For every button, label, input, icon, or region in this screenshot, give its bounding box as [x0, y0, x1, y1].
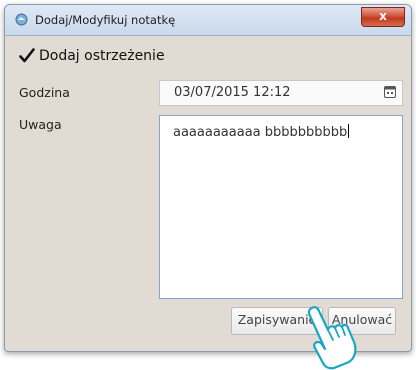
close-button[interactable]: x — [361, 7, 405, 27]
time-value[interactable]: 03/07/2015 12:12 — [174, 85, 291, 100]
app-icon — [15, 13, 28, 26]
text-caret — [348, 124, 350, 138]
note-value[interactable]: aaaaaaaaaaa bbbbbbbbbb — [173, 125, 347, 140]
add-warning-label: Dodaj ostrzeżenie — [39, 48, 165, 64]
time-field[interactable]: 03/07/2015 12:12 — [159, 80, 403, 106]
calendar-icon[interactable] — [384, 86, 396, 98]
title-bar: Dodaj/Modyfikuj notatkę x — [5, 5, 411, 36]
close-icon: x — [379, 9, 387, 23]
note-text[interactable]: aaaaaaaaaaa bbbbbbbbbb — [173, 124, 350, 140]
note-label: Uwaga — [19, 117, 62, 132]
checkmark-icon[interactable] — [19, 47, 35, 65]
time-label: Godzina — [19, 85, 70, 100]
hand-pointer-icon — [307, 306, 357, 370]
note-dialog: Dodaj/Modyfikuj notatkę x Dodaj ostrzeże… — [4, 4, 412, 352]
note-textarea[interactable]: aaaaaaaaaaa bbbbbbbbbb — [159, 115, 403, 299]
window-title: Dodaj/Modyfikuj notatkę — [35, 13, 176, 27]
